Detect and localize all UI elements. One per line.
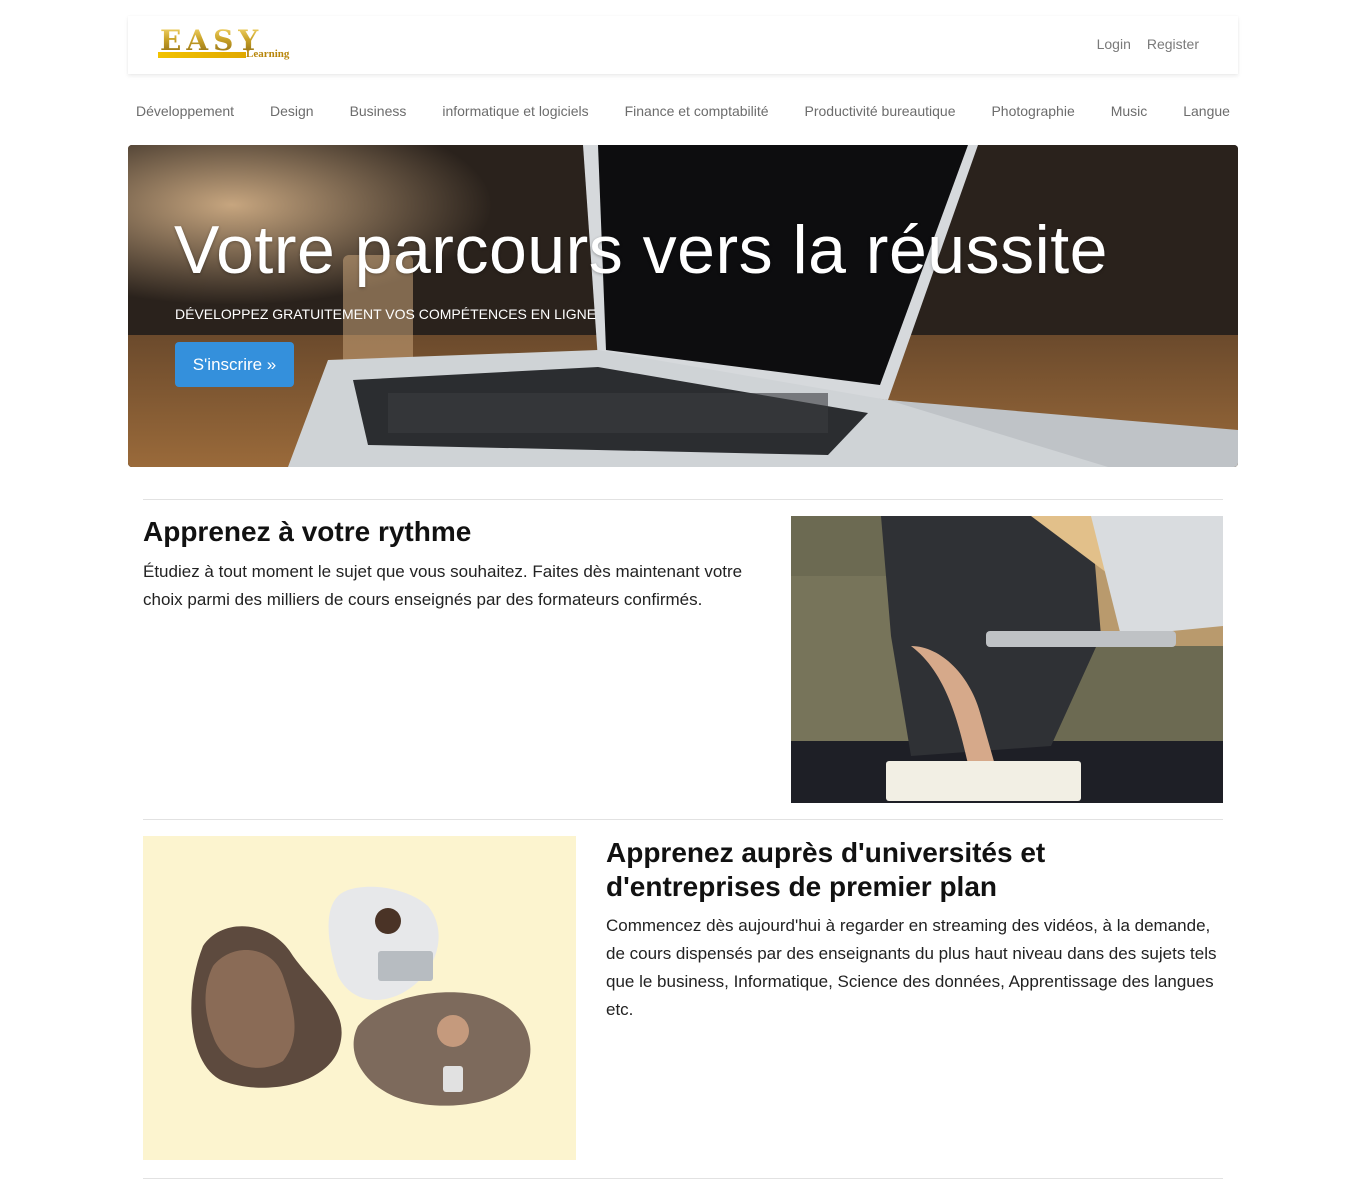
divider bbox=[143, 819, 1223, 820]
divider bbox=[143, 1178, 1223, 1179]
category-link-developpement[interactable]: Développement bbox=[136, 103, 234, 123]
register-link[interactable]: Register bbox=[1147, 36, 1199, 52]
category-link-business[interactable]: Business bbox=[350, 103, 407, 123]
learners-blobs bbox=[143, 836, 576, 1160]
feature-text-rythme: Étudiez à tout moment le sujet que vous … bbox=[143, 562, 743, 609]
category-nav: Développement Design Business informatiq… bbox=[128, 103, 1238, 123]
divider bbox=[143, 499, 1223, 500]
feature-title-rythme: Apprenez à votre rythme bbox=[143, 516, 472, 547]
woman-laptop-image bbox=[791, 516, 1223, 803]
easy-learning-logo[interactable]: EASY Learning bbox=[158, 26, 293, 64]
logo-subtitle: Learning bbox=[246, 48, 290, 60]
hero-title: Votre parcours vers la réussite bbox=[174, 212, 1108, 288]
learners-collage-image bbox=[143, 836, 576, 1160]
hero-banner: Votre parcours vers la réussite DÉVELOPP… bbox=[128, 145, 1238, 467]
logo-underline bbox=[158, 52, 246, 58]
hero-subtitle: DÉVELOPPEZ GRATUITEMENT VOS COMPÉTENCES … bbox=[175, 306, 597, 322]
category-link-finance[interactable]: Finance et comptabilité bbox=[625, 103, 769, 123]
woman-laptop-photo bbox=[791, 516, 1223, 803]
category-link-langue[interactable]: Langue bbox=[1183, 103, 1230, 123]
category-link-music[interactable]: Music bbox=[1111, 103, 1148, 123]
site-header: EASY Learning Login Register bbox=[128, 16, 1238, 74]
feature-text-universites: Commencez dès aujourd'hui à regarder en … bbox=[606, 916, 1217, 1019]
category-link-productivite[interactable]: Productivité bureautique bbox=[805, 103, 956, 123]
login-link[interactable]: Login bbox=[1097, 36, 1131, 52]
category-link-design[interactable]: Design bbox=[270, 103, 314, 123]
feature-title-universites: Apprenez auprès d'universités et d'entre… bbox=[606, 837, 1046, 902]
category-link-informatique[interactable]: informatique et logiciels bbox=[442, 103, 588, 123]
auth-links: Login Register bbox=[1097, 36, 1199, 52]
category-link-photographie[interactable]: Photographie bbox=[991, 103, 1074, 123]
signup-button[interactable]: S'inscrire » bbox=[175, 342, 294, 387]
